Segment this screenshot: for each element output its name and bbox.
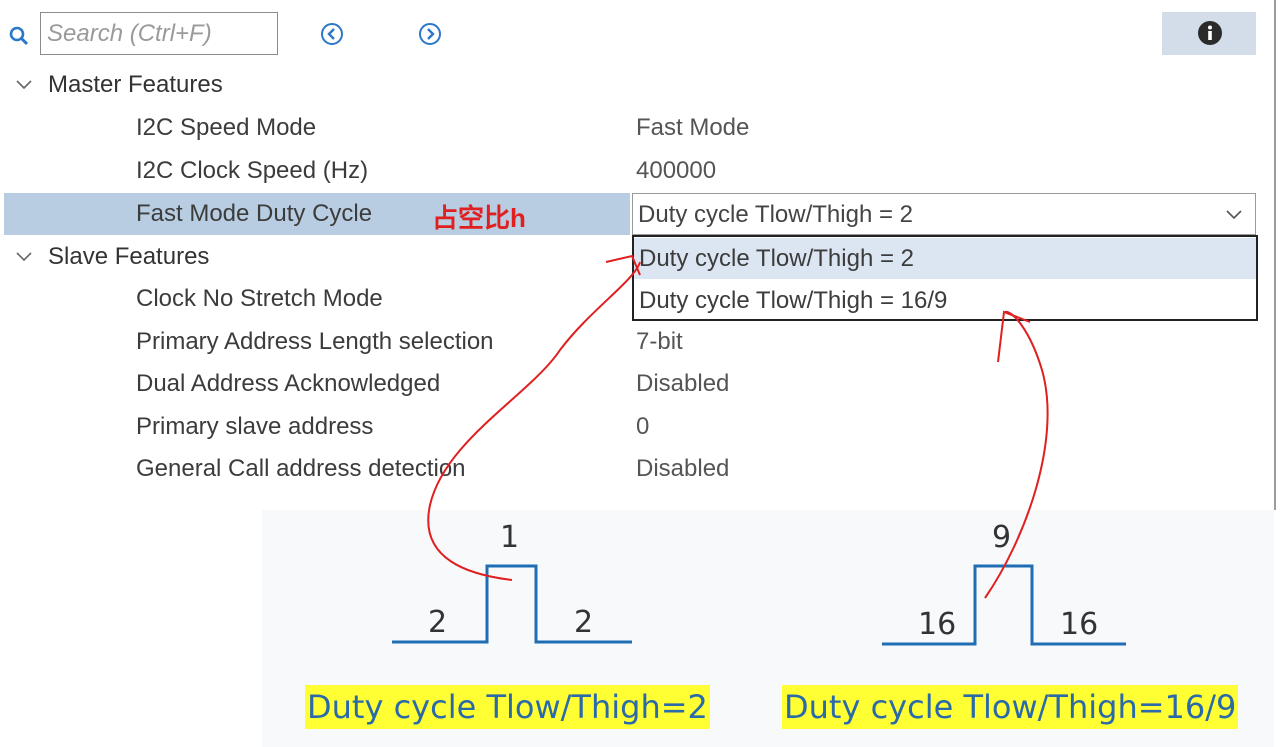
waveform-low-left-label: 16 bbox=[918, 607, 957, 642]
property-label: Primary slave address bbox=[136, 413, 374, 440]
property-row[interactable]: I2C Speed Mode Fast Mode bbox=[0, 107, 1270, 149]
waveform-low-right-label: 16 bbox=[1060, 607, 1099, 642]
property-row[interactable]: I2C Clock Speed (Hz) 400000 bbox=[0, 150, 1270, 192]
toolbar bbox=[0, 0, 1288, 64]
caption-duty-2: Duty cycle Tlow/Thigh=2 bbox=[305, 685, 710, 729]
select-value: Duty cycle Tlow/Thigh = 2 bbox=[638, 201, 914, 228]
chevron-down-icon[interactable] bbox=[14, 77, 34, 93]
property-label: Fast Mode Duty Cycle bbox=[136, 200, 373, 227]
group-master-features[interactable]: Master Features bbox=[0, 64, 1270, 106]
group-label: Slave Features bbox=[48, 243, 210, 270]
waveform-low-right-label: 2 bbox=[574, 605, 594, 640]
property-value[interactable]: 7-bit bbox=[636, 328, 683, 356]
property-label: General Call address detection bbox=[136, 455, 466, 482]
chevron-down-icon[interactable] bbox=[14, 249, 34, 265]
chevron-down-icon[interactable] bbox=[1225, 207, 1243, 221]
option-label: Duty cycle Tlow/Thigh = 16/9 bbox=[639, 287, 948, 314]
duty-cycle-select[interactable]: Duty cycle Tlow/Thigh = 2 bbox=[632, 193, 1256, 235]
search-field[interactable] bbox=[40, 12, 278, 55]
info-button[interactable] bbox=[1162, 12, 1256, 55]
dropdown-option[interactable]: Duty cycle Tlow/Thigh = 16/9 bbox=[634, 280, 1256, 321]
property-label: Primary Address Length selection bbox=[136, 328, 494, 355]
property-label: I2C Speed Mode bbox=[136, 114, 317, 141]
property-value[interactable]: 400000 bbox=[636, 157, 716, 185]
property-label: I2C Clock Speed (Hz) bbox=[136, 157, 369, 184]
dropdown-option[interactable]: Duty cycle Tlow/Thigh = 2 bbox=[634, 238, 1256, 279]
vertical-scrollbar[interactable] bbox=[1274, 0, 1276, 510]
search-icon[interactable] bbox=[8, 25, 30, 47]
property-value[interactable]: Disabled bbox=[636, 455, 729, 483]
property-value[interactable]: 0 bbox=[636, 413, 649, 441]
back-icon[interactable] bbox=[320, 22, 344, 46]
waveform-low-left-label: 2 bbox=[428, 605, 448, 640]
property-label: Clock No Stretch Mode bbox=[136, 285, 383, 312]
option-label: Duty cycle Tlow/Thigh = 2 bbox=[639, 245, 915, 272]
waveform-high-label: 1 bbox=[500, 520, 520, 555]
property-row[interactable]: Primary Address Length selection 7-bit bbox=[0, 321, 1270, 363]
info-icon bbox=[1198, 21, 1222, 45]
forward-icon[interactable] bbox=[418, 22, 442, 46]
property-value[interactable]: Disabled bbox=[636, 370, 729, 398]
property-label: Dual Address Acknowledged bbox=[136, 370, 441, 397]
waveform-high-label: 9 bbox=[992, 520, 1012, 555]
handwritten-annotation: 占空比h bbox=[432, 203, 526, 233]
property-row[interactable]: Primary slave address 0 bbox=[0, 406, 1270, 448]
property-row[interactable]: Dual Address Acknowledged Disabled bbox=[0, 363, 1270, 405]
caption-duty-16-9: Duty cycle Tlow/Thigh=16/9 bbox=[782, 685, 1239, 729]
property-value[interactable]: Fast Mode bbox=[636, 114, 749, 142]
property-row[interactable]: General Call address detection Disabled bbox=[0, 448, 1270, 490]
group-label: Master Features bbox=[48, 71, 223, 98]
search-input[interactable] bbox=[41, 13, 277, 54]
duty-cycle-dropdown-list[interactable]: Duty cycle Tlow/Thigh = 2 Duty cycle Tlo… bbox=[632, 235, 1258, 321]
